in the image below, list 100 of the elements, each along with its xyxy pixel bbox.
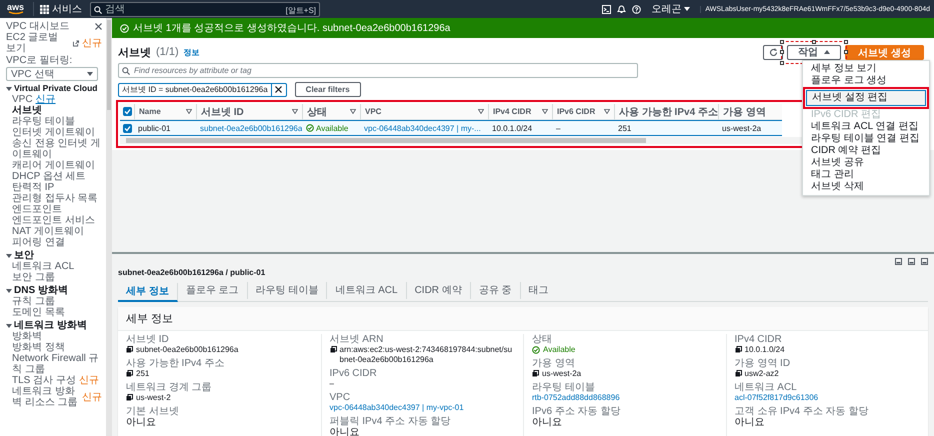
copy-icon [330,346,336,353]
details-title: subnet-0ea2e6b00b161296a / public-01 [118,268,266,277]
actions-button[interactable]: 작업 [787,44,842,60]
scrollbar[interactable] [106,18,112,436]
sidebar-link[interactable]: 인터넷 게이트웨이 [12,127,95,138]
field-value: 251 [136,369,150,379]
sort-icon [186,109,192,114]
section-title[interactable]: 네트워크 방화벽 [14,320,87,331]
field-link[interactable]: vpc-06448ab340dec4397 | my-vpc-01 [330,403,464,413]
sidebar-link[interactable]: 방화벽 정책 [12,342,65,353]
field-link[interactable]: acl-07f52f817d9c61306 [734,393,818,403]
sidebar-link[interactable]: 관리형 접두사 목록 [12,193,98,204]
sidebar-link[interactable]: 송신 전용 인터넷 게이트웨이 [12,138,102,160]
terminal-icon [602,4,612,14]
sidebar-link[interactable]: VPC [12,94,33,105]
caret-down-icon [684,7,690,11]
field-value: us-west-2 [136,393,171,403]
sidebar-link[interactable]: 피어링 연결 [12,237,65,248]
new-label: 신규 [82,38,102,48]
select-all-checkbox[interactable] [122,107,132,116]
clear-filters-button[interactable]: Clear filters [294,82,361,97]
sidebar-link[interactable]: 캐리어 게이트웨이 [12,160,95,171]
tab[interactable]: 공유 중 [470,282,521,299]
shortcut-hint: [알트+S] [286,4,316,16]
sidebar-link[interactable]: 도메인 목록 [12,307,65,318]
search-icon [94,6,102,14]
refresh-button[interactable] [763,44,784,60]
field-value: 아니요 [532,417,562,428]
sidebar-link[interactable]: 엔드포인트 서비스 [12,215,95,226]
menu-item[interactable]: 서브넷 설정 편집 [803,87,929,109]
panel-layout-icon [908,258,915,265]
sidebar-link[interactable]: 네트워크 방화벽 리소스 그룹 [12,386,79,408]
sidebar-link[interactable]: VPC 대시보드 [6,21,70,32]
menu-item[interactable]: 세부 정보 보기 [803,63,929,75]
tab[interactable]: 세부 정보 [118,282,178,302]
sidebar-link[interactable]: 방화벽 [12,331,42,342]
sidebar-link[interactable]: Network Firewall 규칙 그룹 [12,353,102,375]
sort-icon [292,109,298,114]
panel-title: 서브넷 [118,46,151,60]
section-title[interactable]: Virtual Private Cloud [14,83,98,94]
sidebar-link[interactable]: 서브넷 [12,105,42,116]
caret-icon [87,72,93,76]
field-value: usw2-az2 [744,369,779,379]
filter-token[interactable]: 서브넷 ID = subnet-0ea2e6b00b161296a [118,82,287,96]
sidebar-link[interactable]: DHCP 옵션 세트 [12,171,86,182]
sidebar-link[interactable]: 엔드포인트 [12,204,62,215]
tab[interactable]: 라우팅 테이블 [248,282,328,299]
panel-layout-icon [895,258,902,265]
region-menu[interactable]: 오레곤 [647,2,694,16]
sidebar-link[interactable]: 라우팅 테이블 [12,116,75,127]
field-value: arn:aws:ec2:us-west-2:743468197844:subnet/subnet-0ea2e6b00b161296a [340,345,514,365]
section-title[interactable]: 보안 [14,250,34,261]
menu-item[interactable]: 라우팅 테이블 연결 편집 [803,133,929,145]
field-value: 아니요 [734,417,764,428]
field-value: subnet-0ea2e6b00b161296a [136,345,238,355]
banner-message: 서브넷 1개를 성공적으로 생성하였습니다. subnet-0ea2e6b00b161296a [133,22,450,35]
table-cell: – [556,124,560,132]
field-label: 기본 서브넷 [126,406,180,417]
table-cell: 251 [618,124,632,132]
sidebar-link[interactable]: EC2 글로벌 보기 [6,32,70,54]
services-button[interactable]: 서비스 [33,2,84,16]
status-text: Available [316,124,348,132]
search-icon [122,67,130,75]
sidebar-link[interactable]: 탄력적 IP [12,182,54,193]
filter-label: VPC로 필터링: [6,55,74,66]
sidebar-link[interactable]: 규칙 그룹 [12,296,55,307]
bell-icon [617,4,626,14]
menu-item[interactable]: 서브넷 삭제 [803,181,929,193]
aws-logo[interactable]: aws [4,3,28,15]
menu-item[interactable]: 네트워크 ACL 연결 편집 [803,121,929,133]
menu-item[interactable]: 서브넷 공유 [803,157,929,169]
vpc-select[interactable]: VPC 선택 [6,67,98,81]
copy-icon [126,370,133,377]
sidebar-link[interactable]: NAT 게이트웨이 [12,226,84,237]
sidebar-link[interactable]: TLS 검사 구성 [12,375,76,386]
sort-icon [478,109,484,114]
field-value: – [330,379,334,389]
field-label: IPv4 CIDR [734,334,783,345]
search-field[interactable]: Find resources by attribute or tag [118,63,638,78]
close-icon [275,86,282,93]
info-link[interactable]: 정보 [184,46,200,58]
sidebar-link[interactable]: 네트워크 ACL [12,261,74,272]
tab[interactable]: 태그 [520,282,557,299]
new-label: 신규 [36,94,56,105]
tab[interactable]: 네트워크 ACL [327,282,407,299]
menu-item[interactable]: CIDR 예약 편집 [803,145,929,157]
help-icon [632,4,642,14]
section-title[interactable]: DNS 방화벽 [14,285,68,296]
sidebar-link[interactable]: 보안 그룹 [12,272,55,283]
field-label: 고객 소유 IPv4 주소 자동 할당 [734,406,870,417]
copy-icon [532,370,539,377]
new-label: 신규 [82,392,102,402]
menu-item[interactable]: 플로우 로그 생성 [803,75,929,87]
menu-item[interactable]: 태그 관리 [803,169,929,181]
table-cell: 10.0.1.0/24 [492,124,532,132]
field-link[interactable]: rtb-0752add88dd868896 [532,393,620,403]
tab[interactable]: CIDR 예약 [406,282,471,299]
check-circle-icon [120,24,129,32]
row-checkbox[interactable] [122,124,132,132]
tab[interactable]: 플로우 로그 [178,282,248,299]
